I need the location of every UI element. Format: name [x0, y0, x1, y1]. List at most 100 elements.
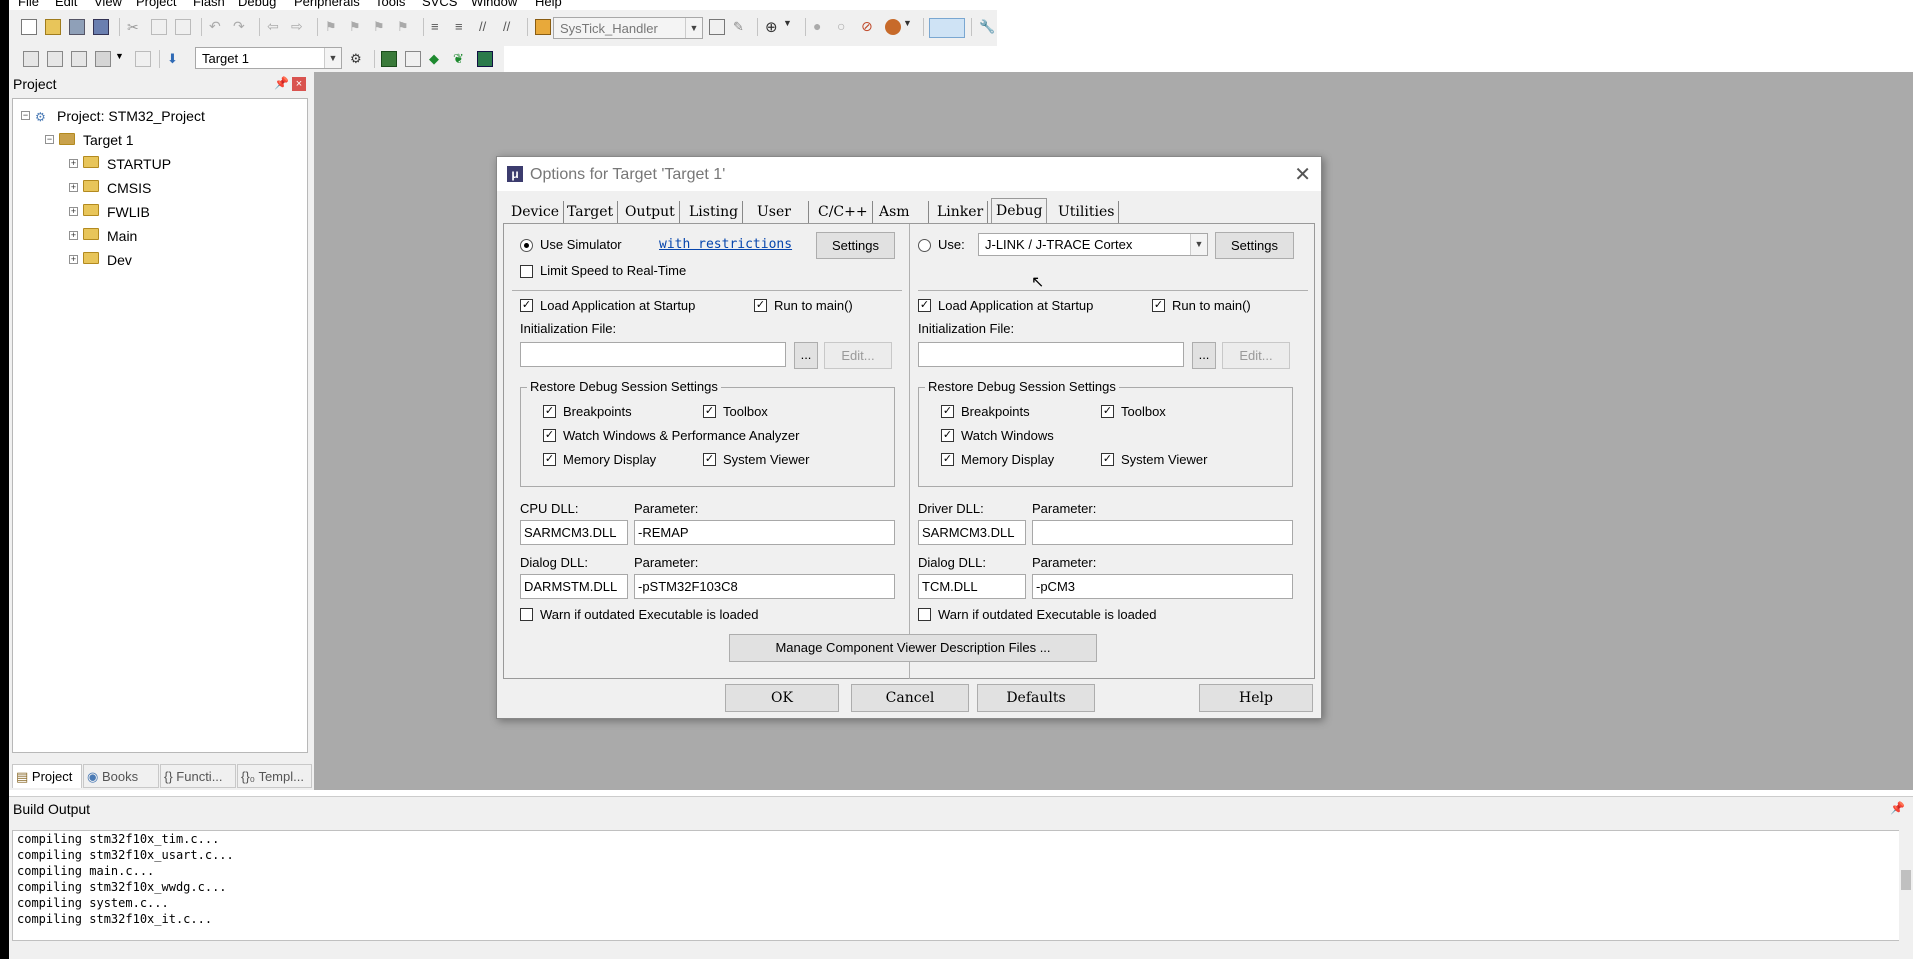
- system-viewer-checkbox-right[interactable]: ✓: [1101, 453, 1114, 466]
- tab-user[interactable]: User: [753, 201, 809, 223]
- download-icon[interactable]: ⬇: [167, 51, 183, 67]
- function-combo[interactable]: SysTick_Handler ▼: [553, 17, 703, 39]
- chevron-down-icon[interactable]: ▼: [903, 18, 919, 34]
- debugger-driver-select[interactable]: J-LINK / J-TRACE Cortex ▼: [978, 233, 1208, 256]
- dialog-dll-input-right[interactable]: TCM.DLL: [918, 574, 1026, 599]
- init-file-edit-button-right[interactable]: Edit...: [1222, 342, 1290, 369]
- menu-file[interactable]: File: [18, 0, 39, 9]
- run-time-env-icon[interactable]: ❦: [453, 51, 469, 67]
- bookmark-icon[interactable]: ⚑: [325, 19, 341, 35]
- expand-icon[interactable]: +: [69, 231, 78, 240]
- close-icon[interactable]: ✕: [1294, 162, 1311, 187]
- save-all-icon[interactable]: [93, 19, 109, 35]
- menu-tools[interactable]: Tools: [375, 0, 405, 9]
- save-icon[interactable]: [69, 19, 85, 35]
- next-bookmark-icon[interactable]: ⚑: [373, 19, 389, 35]
- find-icon[interactable]: [709, 19, 725, 35]
- menu-debug[interactable]: Debug: [238, 0, 276, 9]
- system-viewer-checkbox[interactable]: ✓: [703, 453, 716, 466]
- scrollbar-thumb[interactable]: [1901, 870, 1911, 890]
- horizontal-scrollbar[interactable]: [12, 941, 1905, 955]
- tab-project[interactable]: ▤ Project: [12, 764, 82, 788]
- manage-project-items-icon[interactable]: [381, 51, 397, 67]
- init-file-input-right[interactable]: [918, 342, 1184, 367]
- target-combo[interactable]: Target 1 ▼: [195, 47, 342, 69]
- undo-icon[interactable]: ↶: [209, 18, 225, 34]
- memory-display-checkbox-right[interactable]: ✓: [941, 453, 954, 466]
- run-to-main-checkbox-right[interactable]: ✓: [1152, 299, 1165, 312]
- run-to-main-checkbox[interactable]: ✓: [754, 299, 767, 312]
- breakpoint-icon[interactable]: ●: [813, 18, 829, 34]
- memory-display-checkbox[interactable]: ✓: [543, 453, 556, 466]
- menu-edit[interactable]: Edit: [55, 0, 77, 9]
- watch-windows-checkbox-right[interactable]: ✓: [941, 429, 954, 442]
- dialog-param-input[interactable]: -pSTM32F103C8: [634, 574, 895, 599]
- load-app-checkbox-right[interactable]: ✓: [918, 299, 931, 312]
- comment-icon[interactable]: //: [479, 19, 495, 35]
- expand-icon[interactable]: +: [69, 207, 78, 216]
- simulator-settings-button[interactable]: Settings: [816, 232, 895, 259]
- incremental-find-icon[interactable]: ✎: [733, 19, 749, 35]
- dialog-param-input-right[interactable]: -pCM3: [1032, 574, 1293, 599]
- defaults-button[interactable]: Defaults: [977, 684, 1095, 712]
- tab-output[interactable]: Output: [621, 201, 680, 223]
- pack-installer-icon[interactable]: ◆: [429, 51, 445, 67]
- vertical-scrollbar[interactable]: [1899, 830, 1913, 941]
- tab-debug[interactable]: Debug: [991, 198, 1048, 224]
- toolbox-checkbox[interactable]: ✓: [703, 405, 716, 418]
- new-file-icon[interactable]: [21, 19, 37, 35]
- menu-view[interactable]: View: [94, 0, 122, 9]
- tab-linker[interactable]: Linker: [933, 201, 989, 223]
- breakpoints-checkbox-right[interactable]: ✓: [941, 405, 954, 418]
- expand-icon[interactable]: +: [69, 255, 78, 264]
- tab-templates[interactable]: {}₀ Templ...: [237, 764, 312, 788]
- tab-target[interactable]: Target: [563, 201, 619, 223]
- clear-bookmarks-icon[interactable]: ⚑: [397, 19, 413, 35]
- tab-device[interactable]: Device: [507, 201, 565, 223]
- indent-icon[interactable]: ≡: [431, 19, 447, 35]
- help-button[interactable]: Help: [1199, 684, 1313, 712]
- manage-component-viewer-button[interactable]: Manage Component Viewer Description File…: [729, 634, 1097, 662]
- driver-dll-input[interactable]: SARMCM3.DLL: [918, 520, 1026, 545]
- uncomment-icon[interactable]: //: [503, 19, 519, 35]
- use-debugger-radio[interactable]: [918, 239, 931, 252]
- cpu-dll-input[interactable]: SARMCM3.DLL: [520, 520, 628, 545]
- rebuild-icon[interactable]: [71, 51, 87, 67]
- tab-utilities[interactable]: Utilities: [1054, 201, 1120, 223]
- dialog-dll-input[interactable]: DARMSTM.DLL: [520, 574, 628, 599]
- stop-build-icon[interactable]: [135, 51, 151, 67]
- init-file-browse-button[interactable]: ...: [794, 342, 818, 369]
- chevron-down-icon[interactable]: ▼: [115, 51, 131, 67]
- window-layout-icon[interactable]: [929, 18, 965, 38]
- select-packs-icon[interactable]: [405, 51, 421, 67]
- cpu-param-input[interactable]: -REMAP: [634, 520, 895, 545]
- menu-help[interactable]: Help: [535, 0, 562, 9]
- expand-icon[interactable]: +: [69, 159, 78, 168]
- tab-listing[interactable]: Listing: [685, 201, 744, 223]
- toolbox-checkbox-right[interactable]: ✓: [1101, 405, 1114, 418]
- limit-speed-checkbox[interactable]: [520, 265, 533, 278]
- tab-functions[interactable]: {} Functi...: [160, 764, 236, 788]
- tab-asm[interactable]: Asm: [875, 201, 929, 223]
- find-in-files-icon[interactable]: [535, 19, 551, 35]
- menu-svcs[interactable]: SVCS: [422, 0, 457, 9]
- target-options-icon[interactable]: ⚙: [350, 51, 366, 67]
- configure-icon[interactable]: [885, 19, 901, 35]
- paste-icon[interactable]: [175, 19, 191, 35]
- nav-forward-icon[interactable]: ⇨: [291, 18, 307, 34]
- debugger-settings-button[interactable]: Settings: [1215, 232, 1294, 259]
- breakpoints-checkbox[interactable]: ✓: [543, 405, 556, 418]
- tab-c-cpp[interactable]: C/C++: [814, 201, 873, 223]
- unindent-icon[interactable]: ≡: [455, 19, 471, 35]
- nav-back-icon[interactable]: ⇦: [267, 18, 283, 34]
- close-icon[interactable]: ×: [292, 77, 306, 91]
- menu-flash[interactable]: Flash: [193, 0, 225, 9]
- disable-breakpoint-icon[interactable]: ○: [837, 18, 853, 34]
- expand-icon[interactable]: +: [69, 183, 78, 192]
- pin-icon[interactable]: 📌: [1890, 801, 1905, 815]
- prev-bookmark-icon[interactable]: ⚑: [349, 19, 365, 35]
- use-simulator-radio[interactable]: [520, 239, 533, 252]
- kill-breakpoints-icon[interactable]: ⊘: [861, 18, 877, 34]
- menu-peripherals[interactable]: Peripherals: [294, 0, 360, 9]
- init-file-input[interactable]: [520, 342, 786, 367]
